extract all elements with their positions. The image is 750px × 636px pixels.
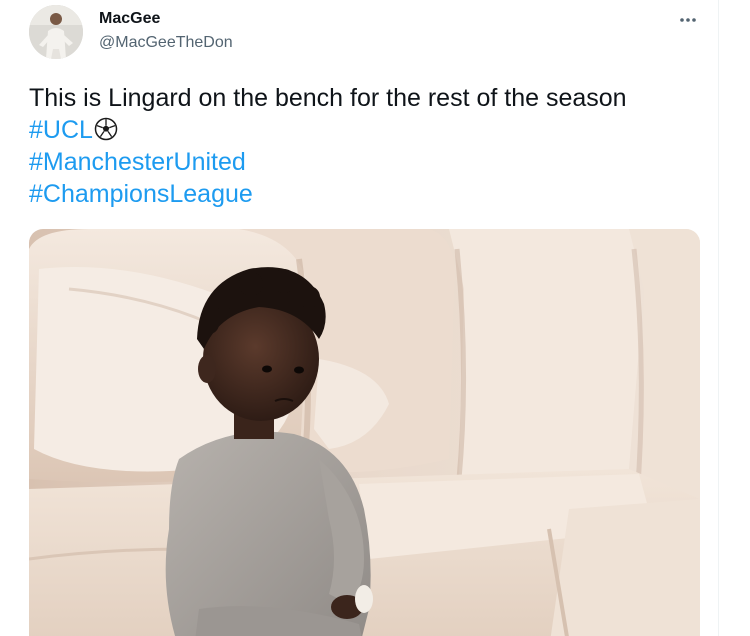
hashtag-line-ucl: #UCL — [29, 114, 729, 146]
author-avatar[interactable] — [29, 5, 83, 59]
more-options-button[interactable] — [672, 6, 704, 34]
avatar-photo-icon — [29, 5, 83, 59]
soccer-ball-icon — [94, 117, 118, 141]
hashtag-line-manunited: #ManchesterUnited — [29, 146, 729, 178]
tweet-text: This is Lingard on the bench for the res… — [29, 82, 729, 210]
author-display-name[interactable]: MacGee — [99, 10, 160, 28]
tweet-text-line: This is Lingard on the bench for the res… — [29, 84, 627, 112]
hashtag-ucl[interactable]: #UCL — [29, 116, 93, 144]
divider — [718, 0, 719, 636]
author-handle[interactable]: @MacGeeTheDon — [99, 34, 233, 52]
more-horizontal-icon — [680, 18, 696, 22]
hashtag-line-championsleague: #ChampionsLeague — [29, 178, 729, 210]
toddler-on-sofa-photo — [29, 229, 700, 636]
tweet-media-photo[interactable] — [29, 229, 700, 636]
tweet: MacGee @MacGeeTheDon This is Lingard on … — [0, 0, 750, 636]
hashtag-championsleague[interactable]: #ChampionsLeague — [29, 180, 253, 208]
hashtag-manchesterunited[interactable]: #ManchesterUnited — [29, 148, 246, 176]
